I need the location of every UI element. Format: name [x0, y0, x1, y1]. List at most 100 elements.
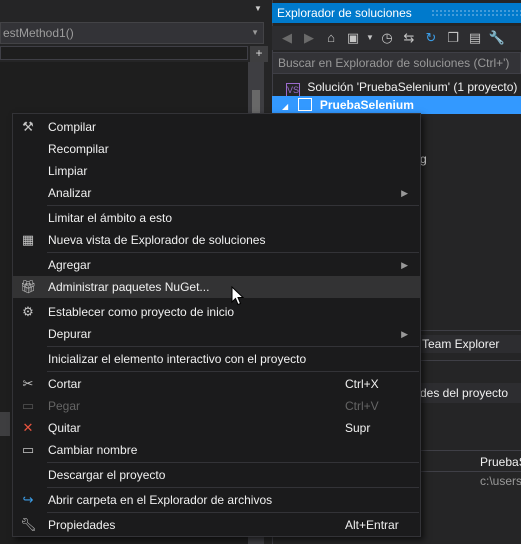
divider [420, 360, 521, 361]
menu-item-label: Establecer como proyecto de inicio [48, 305, 235, 319]
menu-item-depurar[interactable]: Depurar ▶ [13, 323, 420, 345]
menu-separator [47, 252, 419, 253]
menu-item-label: Recompilar [48, 142, 109, 156]
package-icon: 🎁︎ [20, 279, 37, 294]
menu-item-recompilar[interactable]: Recompilar [13, 138, 420, 160]
submenu-arrow-icon: ▶ [401, 260, 408, 270]
menu-item-label: Inicializar el elemento interactivo con … [48, 352, 307, 366]
tab-team-explorer[interactable]: Team Explorer [420, 335, 521, 353]
property-value[interactable]: PruebaS [480, 455, 521, 469]
divider [420, 450, 521, 451]
method-dropdown-value: estMethod1() [3, 26, 74, 40]
menu-item-label: Pegar [48, 399, 81, 413]
expanded-triangle-icon[interactable]: ◢ [282, 102, 288, 111]
new-view-icon: ▦ [21, 232, 35, 247]
rename-icon: ▭ [21, 442, 35, 457]
menu-separator [47, 346, 419, 347]
pending-changes-icon[interactable]: ◷ [378, 29, 396, 47]
menu-item-label: Limpiar [48, 164, 88, 178]
menu-item-label: Nueva vista de Explorador de soluciones [48, 233, 266, 247]
forward-icon[interactable]: ▶ [300, 29, 318, 47]
back-icon[interactable]: ◀ [278, 29, 296, 47]
sync-icon[interactable]: ⇆ [400, 29, 418, 47]
menu-item-analizar[interactable]: Analizar ▶ [13, 182, 420, 204]
gear-icon: ⚙ [22, 304, 34, 319]
project-icon [297, 98, 312, 111]
menu-item-label: Depurar [48, 327, 92, 341]
menu-item-quitar[interactable]: ✕ Quitar Supr [13, 417, 420, 439]
tree-item-fragment: g [420, 152, 427, 166]
menu-item-pegar[interactable]: ▭ Pegar Ctrl+V [13, 395, 420, 417]
menu-item-label: Cortar [48, 377, 82, 391]
split-editor-button[interactable]: + [250, 46, 268, 62]
property-value[interactable]: c:\users [480, 474, 521, 488]
divider [420, 471, 521, 472]
project-label: PruebaSelenium [319, 98, 414, 112]
menu-item-abrir-carpeta[interactable]: ↪ Abrir carpeta en el Explorador de arch… [13, 489, 420, 511]
divider [420, 330, 521, 331]
submenu-arrow-icon: ▶ [401, 188, 408, 198]
menu-separator [47, 487, 419, 488]
delete-x-icon: ✕ [22, 420, 34, 435]
menu-item-compilar[interactable]: ⚒ Compilar [13, 116, 420, 138]
menu-item-descargar-proyecto[interactable]: Descargar el proyecto [13, 464, 420, 486]
menu-separator [47, 371, 419, 372]
switch-views-icon[interactable]: ▣ [344, 29, 362, 47]
menu-item-cortar[interactable]: ✂ Cortar Ctrl+X [13, 373, 420, 395]
menu-item-cambiar-nombre[interactable]: ▭ Cambiar nombre [13, 439, 420, 461]
submenu-arrow-icon: ▶ [401, 329, 408, 339]
menu-item-nueva-vista[interactable]: ▦ Nueva vista de Explorador de solucione… [13, 229, 420, 251]
tab-team-explorer-label: Team Explorer [422, 337, 500, 351]
home-icon[interactable]: ⌂ [322, 29, 340, 47]
solution-explorer-search[interactable]: Buscar en Explorador de soluciones (Ctrl… [272, 52, 521, 74]
drag-grip[interactable] [431, 9, 521, 17]
solution-label: Solución 'PruebaSelenium' (1 proyecto) [307, 80, 518, 94]
menu-item-shortcut: Ctrl+X [345, 377, 379, 391]
build-icon: ⚒ [22, 119, 34, 134]
open-folder-icon: ↪ [22, 492, 34, 507]
menu-item-limitar-ambito[interactable]: Limitar el ámbito a esto [13, 207, 420, 229]
menu-item-label: Propiedades [48, 518, 116, 532]
menu-item-label: Quitar [48, 421, 81, 435]
mouse-cursor-icon [231, 286, 245, 306]
show-all-files-icon[interactable]: ▤ [466, 29, 484, 47]
menu-item-establecer-inicio[interactable]: ⚙ Establecer como proyecto de inicio [13, 301, 420, 323]
solution-icon: VS [286, 83, 300, 97]
collapse-all-icon[interactable]: ❐ [444, 29, 462, 47]
chevron-down-icon[interactable]: ▼ [254, 4, 262, 13]
menu-item-label: Abrir carpeta en el Explorador de archiv… [48, 493, 273, 507]
menu-separator [47, 205, 419, 206]
refresh-icon[interactable]: ↻ [422, 29, 440, 47]
properties-panel-title: des del proyecto [420, 383, 521, 403]
context-menu: ⚒ Compilar Recompilar Limpiar Analizar ▶… [12, 113, 421, 537]
solution-explorer-title[interactable]: Explorador de soluciones [272, 3, 521, 23]
search-placeholder: Buscar en Explorador de soluciones (Ctrl… [278, 56, 510, 70]
panel-fragment [0, 412, 10, 436]
menu-item-limpiar[interactable]: Limpiar [13, 160, 420, 182]
properties-title-label: des del proyecto [420, 386, 509, 400]
menu-item-shortcut: Supr [345, 421, 371, 435]
editor-header-strip [0, 46, 248, 60]
menu-item-label: Administrar paquetes NuGet... [48, 280, 210, 294]
menu-item-nuget[interactable]: 🎁︎ Administrar paquetes NuGet... [13, 276, 420, 298]
menu-item-label: Agregar [48, 258, 91, 272]
chevron-down-icon: ▼ [251, 28, 259, 37]
method-dropdown[interactable]: estMethod1() ▼ [0, 22, 264, 44]
menu-item-label: Descargar el proyecto [48, 468, 166, 482]
solution-explorer-title-text: Explorador de soluciones [277, 6, 412, 20]
tree-item-solution[interactable]: VS Solución 'PruebaSelenium' (1 proyecto… [286, 78, 518, 97]
solution-explorer-toolbar: ◀ ▶ ⌂ ▣ ▼ ◷ ⇆ ↻ ❐ ▤ 🔧 [272, 26, 521, 50]
menu-separator [47, 512, 419, 513]
menu-item-inicializar-interactivo[interactable]: Inicializar el elemento interactivo con … [13, 348, 420, 370]
menu-item-agregar[interactable]: Agregar ▶ [13, 254, 420, 276]
paste-icon: ▭ [21, 398, 35, 413]
scissors-icon: ✂ [22, 376, 34, 391]
menu-item-label: Analizar [48, 186, 92, 200]
menu-item-propiedades[interactable]: 🔧︎ Propiedades Alt+Entrar [13, 514, 420, 536]
tree-item-project[interactable]: ◢ PruebaSelenium [272, 96, 521, 114]
menu-item-shortcut: Alt+Entrar [345, 518, 399, 532]
menu-item-label: Limitar el ámbito a esto [48, 211, 173, 225]
wrench-icon: 🔧︎ [20, 517, 37, 532]
properties-icon[interactable]: 🔧 [488, 29, 506, 47]
chevron-down-icon[interactable]: ▼ [366, 29, 374, 47]
